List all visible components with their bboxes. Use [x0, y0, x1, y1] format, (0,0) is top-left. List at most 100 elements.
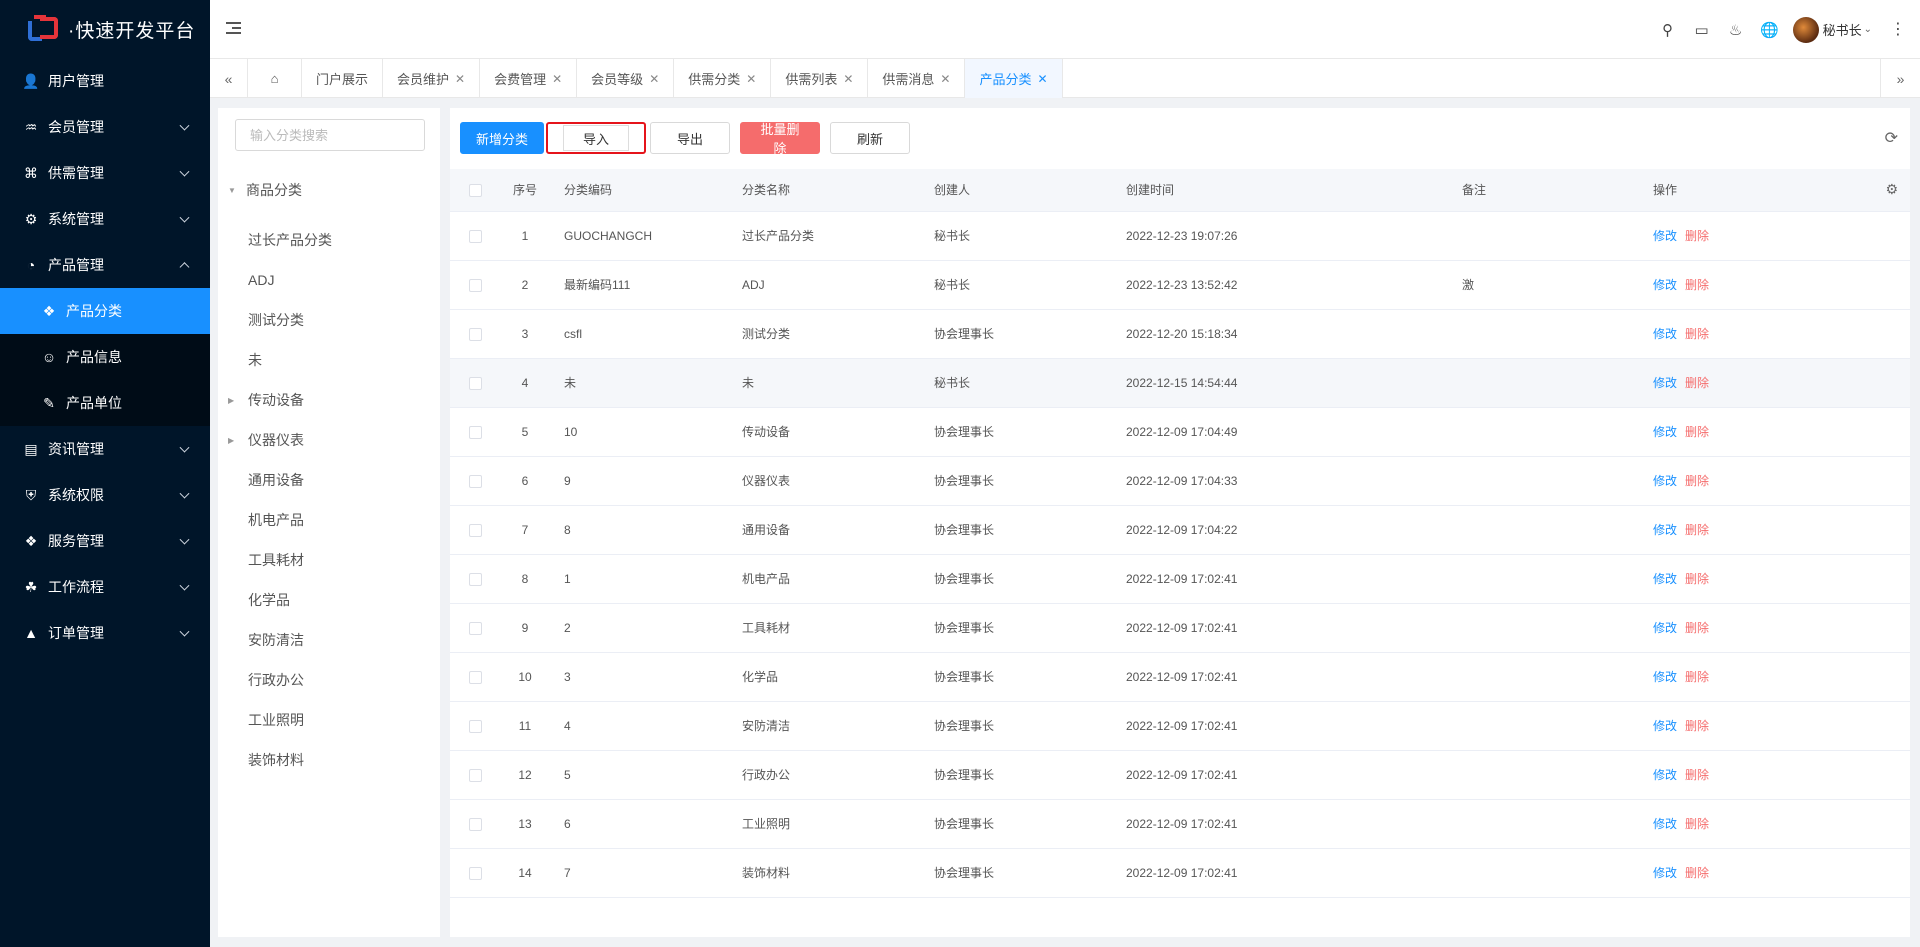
- app-logo[interactable]: ·快速开发平台: [0, 0, 210, 58]
- tab-2[interactable]: 会费管理 ✕: [480, 59, 578, 98]
- select-all-checkbox[interactable]: [450, 169, 500, 212]
- add-category-button[interactable]: 新增分类: [460, 122, 545, 154]
- row-checkbox[interactable]: [450, 554, 500, 604]
- tab-0[interactable]: 门户展示: [302, 59, 384, 98]
- tabs-scroll-left-icon[interactable]: «: [210, 59, 248, 98]
- edit-link[interactable]: 修改: [1653, 719, 1677, 733]
- caret-down-icon[interactable]: ▼: [228, 186, 240, 195]
- edit-link[interactable]: 修改: [1653, 572, 1677, 586]
- close-icon[interactable]: ✕: [552, 72, 562, 86]
- delete-link[interactable]: 删除: [1685, 474, 1709, 488]
- edit-link[interactable]: 修改: [1653, 621, 1677, 635]
- tab-5[interactable]: 供需列表 ✕: [771, 59, 869, 98]
- table-row[interactable]: 9 2 工具耗材 协会理事长 2022-12-09 17:02:41 修改 删除: [450, 603, 1910, 653]
- table-row[interactable]: 8 1 机电产品 协会理事长 2022-12-09 17:02:41 修改 删除: [450, 554, 1910, 604]
- row-checkbox[interactable]: [450, 358, 500, 408]
- tree-node[interactable]: 工具耗材: [248, 540, 332, 580]
- sidebar-item-2[interactable]: ❖ 服务管理: [0, 518, 210, 564]
- edit-link[interactable]: 修改: [1653, 474, 1677, 488]
- edit-link[interactable]: 修改: [1653, 376, 1677, 390]
- delete-link[interactable]: 删除: [1685, 621, 1709, 635]
- tree-node[interactable]: ADJ: [248, 260, 332, 300]
- tree-node[interactable]: 未: [248, 340, 332, 380]
- globe-icon[interactable]: 🌐: [1753, 15, 1787, 45]
- tabs-scroll-right-icon[interactable]: »: [1880, 59, 1920, 98]
- table-row[interactable]: 3 csfl 测试分类 协会理事长 2022-12-20 15:18:34 修改 删除: [450, 309, 1910, 359]
- import-button[interactable]: 导入: [546, 122, 647, 154]
- delete-link[interactable]: 删除: [1685, 866, 1709, 880]
- row-checkbox[interactable]: [450, 260, 500, 310]
- row-checkbox[interactable]: [450, 309, 500, 359]
- row-checkbox[interactable]: [450, 505, 500, 555]
- message-icon[interactable]: ▭: [1685, 15, 1719, 45]
- delete-link[interactable]: 删除: [1685, 670, 1709, 684]
- tree-node[interactable]: ▶ 仪器仪表: [228, 420, 332, 460]
- tab-3[interactable]: 会员等级 ✕: [577, 59, 675, 98]
- edit-link[interactable]: 修改: [1653, 278, 1677, 292]
- tree-node[interactable]: 化学品: [248, 580, 332, 620]
- column-settings-icon[interactable]: ⚙: [1885, 181, 1898, 198]
- tree-node[interactable]: 通用设备: [248, 460, 332, 500]
- tree-node[interactable]: 工业照明: [248, 700, 332, 740]
- row-checkbox[interactable]: [450, 799, 500, 849]
- tree-node[interactable]: 机电产品: [248, 500, 332, 540]
- table-row[interactable]: 5 10 传动设备 协会理事长 2022-12-09 17:04:49 修改 删除: [450, 407, 1910, 457]
- table-row[interactable]: 2 最新编码111 ADJ 秘书长 2022-12-23 13:52:42 激修改 删除: [450, 260, 1910, 310]
- tree-node[interactable]: 安防清洁: [248, 620, 332, 660]
- caret-right-icon[interactable]: ▶: [228, 436, 240, 445]
- sidebar-item-4[interactable]: ▲ 订单管理: [0, 610, 210, 656]
- tree-node[interactable]: ▶ 传动设备: [228, 380, 332, 420]
- delete-link[interactable]: 删除: [1685, 523, 1709, 537]
- row-checkbox[interactable]: [450, 456, 500, 506]
- sidebar-item-2[interactable]: ⌘ 供需管理: [0, 150, 210, 196]
- edit-link[interactable]: 修改: [1653, 670, 1677, 684]
- tab-4[interactable]: 供需分类 ✕: [674, 59, 772, 98]
- table-row[interactable]: 6 9 仪器仪表 协会理事长 2022-12-09 17:04:33 修改 删除: [450, 456, 1910, 506]
- delete-link[interactable]: 删除: [1685, 768, 1709, 782]
- table-row[interactable]: 7 8 通用设备 协会理事长 2022-12-09 17:04:22 修改 删除: [450, 505, 1910, 555]
- delete-link[interactable]: 删除: [1685, 719, 1709, 733]
- table-row[interactable]: 13 6 工业照明 协会理事长 2022-12-09 17:02:41 修改 删除: [450, 799, 1910, 849]
- table-row[interactable]: 11 4 安防清洁 协会理事长 2022-12-09 17:02:41 修改 删除: [450, 701, 1910, 751]
- row-checkbox[interactable]: [450, 652, 500, 702]
- category-search-input[interactable]: [235, 119, 425, 151]
- close-icon[interactable]: ✕: [649, 72, 659, 86]
- sidebar-item-3[interactable]: ☘ 工作流程: [0, 564, 210, 610]
- more-vertical-icon[interactable]: ⋮: [1890, 21, 1906, 37]
- close-icon[interactable]: ✕: [455, 72, 465, 86]
- row-checkbox[interactable]: [450, 603, 500, 653]
- table-row[interactable]: 10 3 化学品 协会理事长 2022-12-09 17:02:41 修改 删除: [450, 652, 1910, 702]
- batch-delete-button[interactable]: 批量删除: [740, 122, 821, 156]
- row-checkbox[interactable]: [450, 701, 500, 751]
- table-row[interactable]: 4 未未秘书长 2022-12-15 14:54:44 修改 删除: [450, 358, 1910, 408]
- tree-node[interactable]: 行政办公: [248, 660, 332, 700]
- menu-toggle-icon[interactable]: [226, 22, 241, 34]
- edit-link[interactable]: 修改: [1653, 425, 1677, 439]
- caret-right-icon[interactable]: ▶: [228, 396, 240, 405]
- tab-1[interactable]: 会员维护 ✕: [383, 59, 481, 98]
- sidebar-item-3[interactable]: ⚙ 系统管理: [0, 196, 210, 242]
- row-checkbox[interactable]: [450, 211, 500, 261]
- edit-link[interactable]: 修改: [1653, 523, 1677, 537]
- delete-link[interactable]: 删除: [1685, 572, 1709, 586]
- row-checkbox[interactable]: [450, 848, 500, 898]
- tree-node[interactable]: 装饰材料: [248, 740, 332, 780]
- delete-link[interactable]: 删除: [1685, 376, 1709, 390]
- edit-link[interactable]: 修改: [1653, 866, 1677, 880]
- close-icon[interactable]: ✕: [940, 72, 950, 86]
- delete-link[interactable]: 删除: [1685, 229, 1709, 243]
- bell-icon[interactable]: ♨: [1719, 15, 1753, 45]
- sidebar-item-sub-1[interactable]: ☺ 产品信息: [0, 334, 210, 380]
- table-row[interactable]: 12 5 行政办公 协会理事长 2022-12-09 17:02:41 修改 删除: [450, 750, 1910, 800]
- table-row[interactable]: 14 7 装饰材料 协会理事长 2022-12-09 17:02:41 修改 删除: [450, 848, 1910, 898]
- refresh-button[interactable]: 刷新: [830, 122, 911, 154]
- sidebar-item-0[interactable]: ▤ 资讯管理: [0, 426, 210, 472]
- delete-link[interactable]: 删除: [1685, 425, 1709, 439]
- sidebar-item-sub-2[interactable]: ✎ 产品单位: [0, 380, 210, 426]
- delete-link[interactable]: 删除: [1685, 817, 1709, 831]
- export-button[interactable]: 导出: [650, 122, 731, 154]
- edit-link[interactable]: 修改: [1653, 229, 1677, 243]
- reload-icon[interactable]: ⟳: [1885, 128, 1898, 148]
- table-row[interactable]: 1 GUOCHANGCH 过长产品分类 秘书长 2022-12-23 19:07:26 修…: [450, 211, 1910, 261]
- avatar[interactable]: [1792, 16, 1819, 43]
